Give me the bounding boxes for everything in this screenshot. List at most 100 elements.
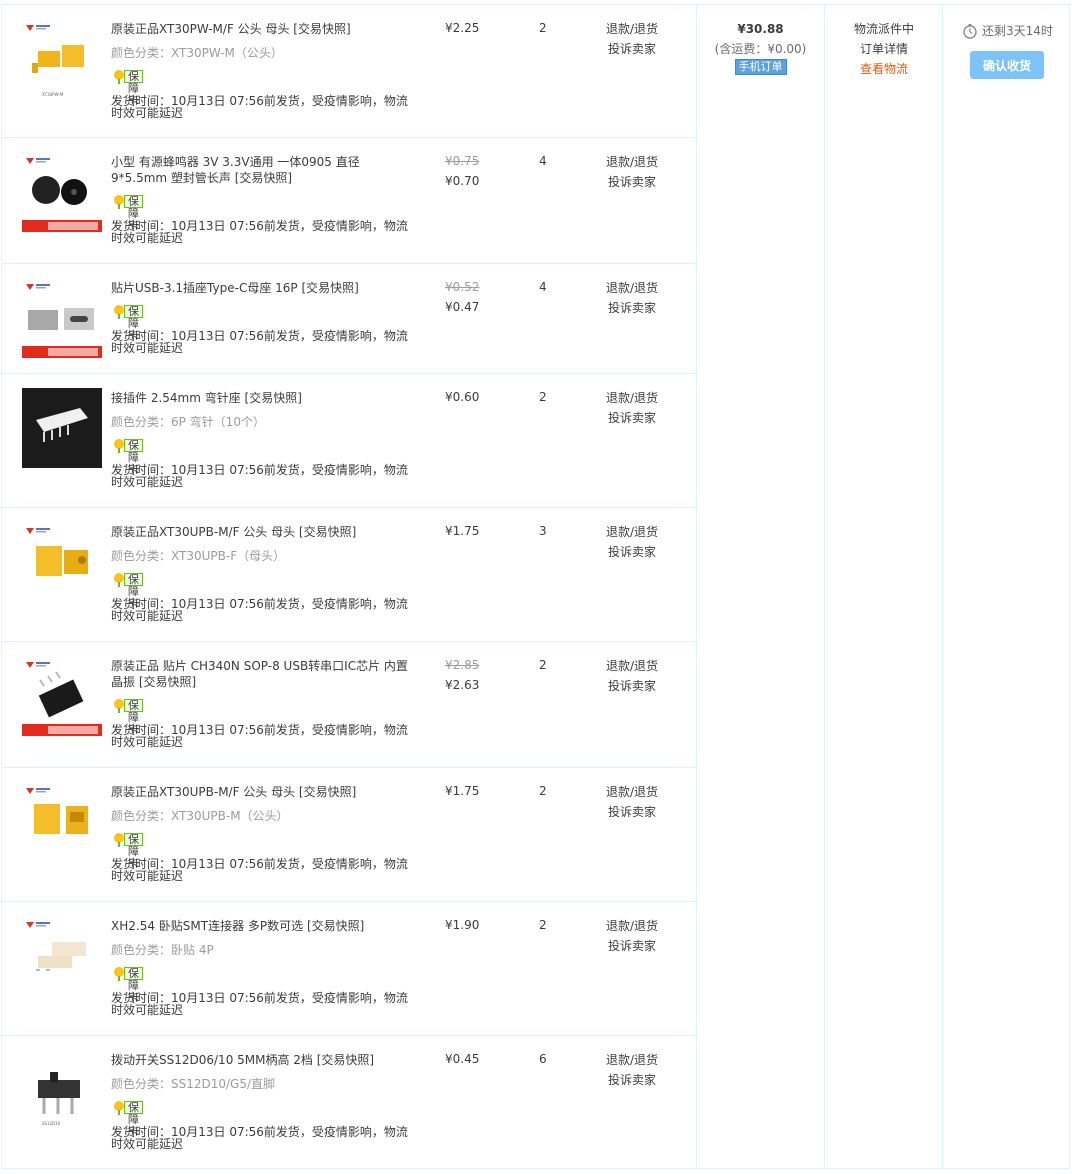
unit-price: ¥1.75 (445, 784, 480, 798)
complain-seller-link[interactable]: 投诉卖家 (582, 802, 682, 822)
product-sku: 颜色分类：SS12D10/G5/直脚 (111, 1077, 276, 1091)
shipping-fee: (含运费：¥0.00) (714, 42, 807, 56)
order-card: XT30PW-M 原装正品XT30PW-M/F 公头 母头 [交易快照] 颜色分类：… (1, 4, 1070, 1169)
refund-link[interactable]: 退款/退货 (582, 916, 682, 936)
complain-seller-link[interactable]: 投诉卖家 (582, 936, 682, 956)
mobile-order-tag: 手机订单 (734, 59, 787, 75)
original-price: ¥0.52 (445, 280, 480, 294)
refund-link[interactable]: 退款/退货 (582, 1050, 682, 1070)
product-thumbnail[interactable] (22, 278, 102, 358)
order-item-row: XH2.54 卧贴SMT连接器 多P数可选 [交易快照] 颜色分类：卧贴 4P 保障… (2, 902, 696, 1036)
product-title-link[interactable]: 原装正品XT30UPB-M/F 公头 母头 [交易快照] (111, 784, 411, 800)
complain-seller-link[interactable]: 投诉卖家 (582, 676, 682, 696)
shipping-time-line: 时效可能延迟 (111, 1137, 184, 1151)
refund-link[interactable]: 退款/退货 (582, 656, 682, 676)
unit-price: ¥0.45 (445, 1052, 480, 1066)
refund-link[interactable]: 退款/退货 (582, 388, 682, 408)
unit-price: ¥2.63 (445, 678, 480, 692)
refund-link[interactable]: 退款/退货 (582, 782, 682, 802)
shipping-time-note: 发货时间：10月13日 07:56前发货，受疫情影响，物流 时效可能延迟 (111, 95, 411, 119)
refund-link[interactable]: 退款/退货 (582, 152, 682, 172)
product-sku: 颜色分类：XT30UPB-F（母头） (111, 549, 286, 563)
product-title-link[interactable]: 拨动开关SS12D06/10 5MM柄高 2档 [交易快照] (111, 1052, 411, 1068)
product-sku: 颜色分类：XT30UPB-M（公头） (111, 809, 289, 823)
product-thumbnail[interactable]: XT30PW-M (22, 19, 102, 99)
shipping-time-line: 时效可能延迟 (111, 106, 184, 120)
product-thumbnail[interactable] (22, 152, 102, 232)
order-item-row: 接插件 2.54mm 弯针座 [交易快照] 颜色分类：6P 弯针（10个） 保障卡发… (2, 374, 696, 508)
product-thumbnail[interactable]: SS12D10 (22, 1050, 102, 1130)
product-title-link[interactable]: 贴片USB-3.1插座Type-C母座 16P [交易快照] (111, 280, 411, 296)
confirm-receipt-button[interactable]: 确认收货 (970, 51, 1044, 79)
order-item-row: 原装正品 贴片 CH340N SOP-8 USB转串口IC芯片 内置晶振 [交易… (2, 642, 696, 768)
item-actions: 退款/退货 投诉卖家 (582, 522, 682, 562)
shipping-time-note: 发货时间：10月13日 07:56前发货，受疫情影响，物流 时效可能延迟 (111, 464, 411, 488)
shipping-time-note: 发货时间：10月13日 07:56前发货，受疫情影响，物流 时效可能延迟 (111, 858, 411, 882)
countdown: 还剩3天14时 (962, 23, 1053, 39)
complain-seller-link[interactable]: 投诉卖家 (582, 1070, 682, 1090)
original-price: ¥2.85 (445, 658, 480, 672)
shipping-time-line: 时效可能延迟 (111, 231, 184, 245)
refund-link[interactable]: 退款/退货 (582, 19, 682, 39)
guarantee-badge-label: 保障卡 (124, 195, 143, 232)
shipping-time-note: 发货时间：10月13日 07:56前发货，受疫情影响，物流 时效可能延迟 (111, 220, 411, 244)
shipping-time-note: 发货时间：10月13日 07:56前发货，受疫情影响，物流 时效可能延迟 (111, 1126, 411, 1150)
total-amount: ¥30.88 (737, 22, 784, 36)
product-title-link[interactable]: XH2.54 卧贴SMT连接器 多P数可选 [交易快照] (111, 918, 411, 934)
complain-seller-link[interactable]: 投诉卖家 (582, 542, 682, 562)
guarantee-badge-label: 保障卡 (124, 573, 143, 610)
shipping-time-line: 时效可能延迟 (111, 341, 184, 355)
view-logistics-link[interactable]: 查看物流 (825, 59, 943, 79)
complain-seller-link[interactable]: 投诉卖家 (582, 408, 682, 428)
order-item-row: 贴片USB-3.1插座Type-C母座 16P [交易快照] 保障卡 发货时间：10… (2, 264, 696, 374)
order-item-row: SS12D10 拨动开关SS12D06/10 5MM柄高 2档 [交易快照] 颜色分… (2, 1036, 696, 1168)
guarantee-badge-label: 保障卡 (124, 305, 143, 342)
shipping-time-note: 发货时间：10月13日 07:56前发货，受疫情影响，物流 时效可能延迟 (111, 598, 411, 622)
complain-seller-link[interactable]: 投诉卖家 (582, 298, 682, 318)
product-thumbnail[interactable] (22, 388, 102, 468)
guarantee-badge-label: 保障卡 (124, 1101, 143, 1138)
order-item-row: 小型 有源蜂鸣器 3V 3.3V通用 一体0905 直径9*5.5mm 塑封管长… (2, 138, 696, 264)
product-thumbnail[interactable] (22, 522, 102, 602)
svg-text:XT30PW-M: XT30PW-M (42, 92, 64, 97)
quantity: 2 (539, 658, 547, 672)
product-sku: 颜色分类：6P 弯针（10个） (111, 415, 265, 429)
quantity: 2 (539, 784, 547, 798)
complain-seller-link[interactable]: 投诉卖家 (582, 172, 682, 192)
quantity: 4 (539, 280, 547, 294)
quantity: 3 (539, 524, 547, 538)
product-thumbnail[interactable] (22, 782, 102, 862)
item-actions: 退款/退货 投诉卖家 (582, 19, 682, 59)
column-divider (942, 5, 943, 1168)
column-divider (824, 5, 825, 1168)
order-detail-link[interactable]: 订单详情 (825, 39, 943, 59)
product-title-link[interactable]: 接插件 2.54mm 弯针座 [交易快照] (111, 390, 411, 406)
shipping-time-line: 时效可能延迟 (111, 475, 184, 489)
product-sku: 颜色分类：XT30PW-M（公头） (111, 46, 283, 60)
shipping-time-line: 时效可能延迟 (111, 1003, 184, 1017)
item-actions: 退款/退货 投诉卖家 (582, 1050, 682, 1090)
refund-link[interactable]: 退款/退货 (582, 522, 682, 542)
item-actions: 退款/退货 投诉卖家 (582, 152, 682, 192)
product-thumbnail[interactable] (22, 656, 102, 736)
column-divider (696, 5, 697, 1168)
guarantee-badge-label: 保障卡 (124, 967, 143, 1004)
shipping-time-line: 时效可能延迟 (111, 869, 184, 883)
order-total: ¥30.88 (含运费：¥0.00) 手机订单 (697, 19, 824, 75)
item-actions: 退款/退货 投诉卖家 (582, 388, 682, 428)
unit-price: ¥1.75 (445, 524, 480, 538)
guarantee-badge-label: 保障卡 (124, 439, 143, 476)
svg-text:SS12D10: SS12D10 (42, 1121, 61, 1126)
product-title-link[interactable]: 原装正品XT30UPB-M/F 公头 母头 [交易快照] (111, 524, 411, 540)
product-title-link[interactable]: 小型 有源蜂鸣器 3V 3.3V通用 一体0905 直径9*5.5mm 塑封管长… (111, 154, 411, 186)
unit-price: ¥0.47 (445, 300, 480, 314)
original-price: ¥0.75 (445, 154, 480, 168)
quantity: 2 (539, 21, 547, 35)
product-title-link[interactable]: 原装正品 贴片 CH340N SOP-8 USB转串口IC芯片 内置晶振 [交易… (111, 658, 411, 690)
product-title-link[interactable]: 原装正品XT30PW-M/F 公头 母头 [交易快照] (111, 21, 411, 37)
refund-link[interactable]: 退款/退货 (582, 278, 682, 298)
complain-seller-link[interactable]: 投诉卖家 (582, 39, 682, 59)
product-sku: 颜色分类：卧贴 4P (111, 943, 214, 957)
item-actions: 退款/退货 投诉卖家 (582, 656, 682, 696)
product-thumbnail[interactable] (22, 916, 102, 996)
